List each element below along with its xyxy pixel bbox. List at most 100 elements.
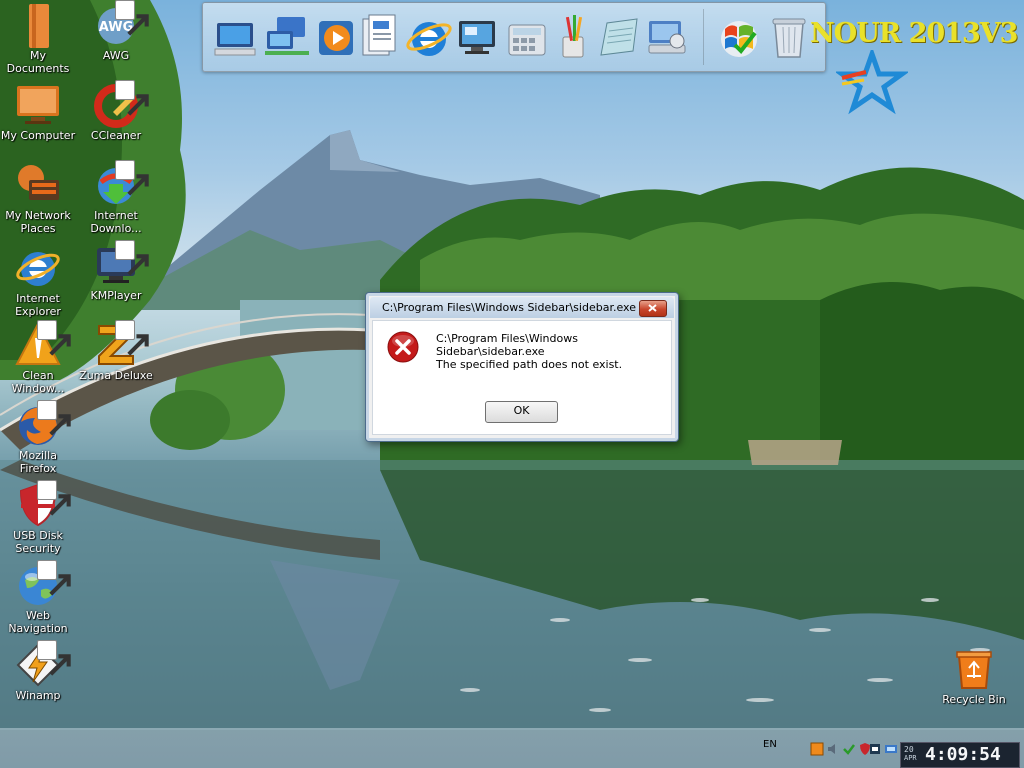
desktop-icon-internet-download-manager[interactable]: Internet Downlo... xyxy=(78,160,154,235)
dock-item-monitor[interactable] xyxy=(453,11,501,63)
desktop-icon-label: Recycle Bin xyxy=(942,693,1006,706)
network-icon[interactable] xyxy=(884,742,898,756)
desktop-icon-label: Internet Explorer xyxy=(15,292,61,318)
usb-icon[interactable] xyxy=(868,742,882,756)
dialog-title-bar[interactable]: C:\Program Files\Windows Sidebar\sidebar… xyxy=(370,297,674,318)
shortcut-arrow-icon xyxy=(115,80,149,116)
ccleaner-icon xyxy=(93,80,149,128)
desktop-icon-label: Winamp xyxy=(15,689,61,702)
dock-separator xyxy=(703,9,704,65)
desktop-icon-awg[interactable]: AWG AWG xyxy=(78,0,154,62)
desktop-icon-zuma-deluxe[interactable]: Zuma Deluxe xyxy=(78,320,154,382)
language-indicator[interactable]: EN xyxy=(763,739,777,750)
shortcut-arrow-icon xyxy=(115,160,149,196)
shortcut-arrow-icon xyxy=(37,480,71,516)
control-panel-icon xyxy=(648,21,686,54)
speaker-icon[interactable] xyxy=(826,742,840,756)
desktop-icon-winamp[interactable]: Winamp xyxy=(0,640,76,702)
orange-app-icon[interactable] xyxy=(810,742,824,756)
dialog-title: C:\Program Files\Windows Sidebar\sidebar… xyxy=(382,301,636,314)
desktop-icon-my-computer[interactable]: My Computer xyxy=(0,82,76,142)
dock-item-internet-explorer[interactable] xyxy=(405,11,453,63)
desktop-icon-mozilla-firefox[interactable]: Mozilla Firefox xyxy=(0,400,76,475)
desktop-icon-usb-disk-security[interactable]: USB Disk Security xyxy=(0,480,76,555)
computer-icon xyxy=(214,23,256,56)
desktop-icon-label: AWG xyxy=(102,49,130,62)
media-player-icon xyxy=(319,21,353,55)
ok-button[interactable]: OK xyxy=(485,401,558,423)
desktop-icon-label: Internet Downlo... xyxy=(90,209,142,235)
network-icon xyxy=(15,162,61,208)
star-logo-icon xyxy=(836,50,908,115)
dock-item-trash[interactable] xyxy=(765,11,813,63)
internet-explorer-icon xyxy=(406,22,452,56)
desktop-icon-recycle-bin[interactable]: Recycle Bin xyxy=(936,646,1012,706)
dock-bar xyxy=(202,2,826,72)
windows-logo-icon xyxy=(721,21,757,57)
firefox-icon xyxy=(15,400,71,448)
documents-icon xyxy=(362,14,396,56)
notepad-icon xyxy=(600,18,638,56)
dock-item-computer[interactable] xyxy=(211,11,259,63)
download-manager-icon xyxy=(93,160,149,208)
shortcut-arrow-icon xyxy=(37,560,71,596)
trash-icon xyxy=(772,18,806,58)
dock-item-media-player[interactable] xyxy=(313,11,361,63)
desktop-icon-my-network-places[interactable]: My Network Places xyxy=(0,162,76,235)
error-icon xyxy=(387,331,419,363)
recycle-bin-icon xyxy=(951,646,997,692)
shortcut-arrow-icon xyxy=(115,240,149,276)
clock-date: 20 xyxy=(904,745,914,754)
desktop-icon-label: My Network Places xyxy=(5,209,71,235)
desktop-icon-web-navigation[interactable]: Web Navigation xyxy=(0,560,76,635)
desktop-icon-internet-explorer[interactable]: Internet Explorer xyxy=(0,245,76,318)
dock-item-network[interactable] xyxy=(263,11,311,63)
awg-icon: AWG xyxy=(93,0,149,48)
shortcut-arrow-icon xyxy=(37,640,71,676)
dock-item-calculator[interactable] xyxy=(503,11,551,63)
network-icon xyxy=(265,17,309,55)
dock-item-notepad[interactable] xyxy=(595,11,643,63)
shortcut-arrow-icon xyxy=(115,0,149,36)
computer-icon xyxy=(15,82,61,128)
shield-icon xyxy=(15,480,71,528)
kmplayer-icon xyxy=(93,240,149,288)
close-button[interactable] xyxy=(639,300,667,317)
dialog-message-line-1: C:\Program Files\Windows xyxy=(436,332,578,345)
paint-icon xyxy=(562,15,584,58)
shortcut-arrow-icon xyxy=(115,320,149,356)
dock-item-control-panel[interactable] xyxy=(643,11,691,63)
dialog-body: C:\Program Files\Windows Sidebar\sidebar… xyxy=(372,320,672,435)
security-check-icon[interactable] xyxy=(842,742,856,756)
desktop-icon-label: KMPlayer xyxy=(90,289,142,302)
desktop-icon-label: Clean Window... xyxy=(11,369,65,395)
desktop-icon-kmplayer[interactable]: KMPlayer xyxy=(78,240,154,302)
clock[interactable]: 20 APR 4:09:54 xyxy=(900,742,1020,768)
shortcut-arrow-icon xyxy=(37,400,71,436)
dialog-message-line-2: Sidebar\sidebar.exe xyxy=(436,345,545,358)
desktop-icon-label: Mozilla Firefox xyxy=(19,449,57,475)
clean-windows-icon xyxy=(15,320,71,368)
desktop-icon-label: USB Disk Security xyxy=(13,529,63,555)
monitor-icon xyxy=(459,21,495,54)
taskbar: EN 20 APR 4:09:54 xyxy=(0,728,1024,768)
clock-month: APR xyxy=(904,754,917,762)
calculator-icon xyxy=(508,24,546,56)
dock-item-paint[interactable] xyxy=(549,11,597,63)
error-dialog: C:\Program Files\Windows Sidebar\sidebar… xyxy=(365,292,679,442)
desktop-icon-my-documents[interactable]: My Documents xyxy=(0,2,76,75)
dialog-message-line-3: The specified path does not exist. xyxy=(436,358,623,371)
internet-explorer-icon xyxy=(15,245,61,291)
desktop-icon-label: My Computer xyxy=(0,129,76,142)
close-icon xyxy=(648,304,657,312)
desktop-icon-clean-windows[interactable]: Clean Window... xyxy=(0,320,76,395)
desktop-icon-label: CCleaner xyxy=(90,129,142,142)
winamp-icon xyxy=(15,640,71,688)
dock-item-documents[interactable] xyxy=(355,11,403,63)
desktop-icon-label: Zuma Deluxe xyxy=(79,369,153,382)
globe-icon xyxy=(15,560,71,608)
dock-item-windows-logo[interactable] xyxy=(715,11,763,63)
folder-icon xyxy=(15,2,61,48)
desktop-icon-ccleaner[interactable]: CCleaner xyxy=(78,80,154,142)
desktop-icon-label: Web Navigation xyxy=(8,609,68,635)
